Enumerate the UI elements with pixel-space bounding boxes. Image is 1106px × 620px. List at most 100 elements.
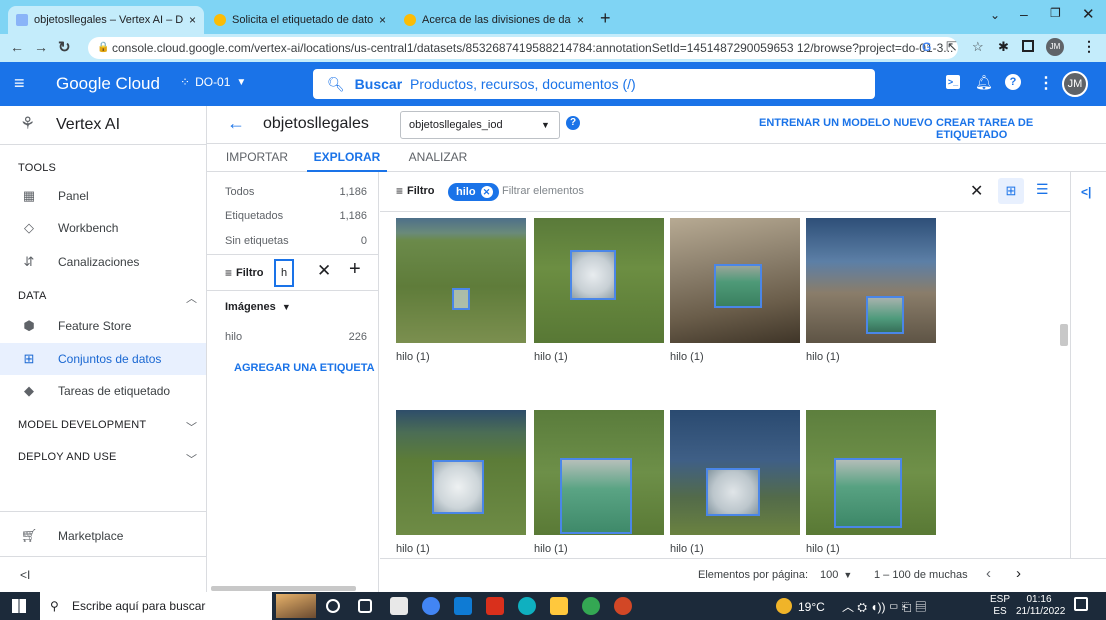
edge-icon[interactable] (518, 597, 536, 615)
image-card[interactable]: hilo (1) (534, 218, 664, 363)
image-card[interactable]: hilo (1) (534, 410, 664, 555)
acrobat-icon[interactable] (486, 597, 504, 615)
powerpoint-icon[interactable] (614, 597, 632, 615)
grass-can-thumbnail[interactable] (806, 410, 936, 535)
clear-filters-icon[interactable]: ✕ (970, 181, 983, 201)
sidebar-item-panel[interactable]: ▦ Panel (0, 180, 206, 212)
notifications-icon[interactable]: 🔔︎ (975, 74, 993, 91)
label-row-hilo[interactable]: hilo 226 (225, 331, 367, 343)
notifications-center-icon[interactable] (1074, 597, 1088, 611)
list-view-icon[interactable]: ☰ (1036, 181, 1049, 198)
tab-explorar[interactable]: EXPLORAR (307, 144, 387, 172)
sidepanel-icon[interactable] (1022, 40, 1034, 52)
file-explorer-icon[interactable] (390, 597, 408, 615)
stat-row[interactable]: Sin etiquetas 0 (225, 235, 367, 247)
horizontal-scrollbar[interactable] (211, 586, 356, 591)
forward-arrow-icon[interactable]: → (34, 39, 48, 55)
expand-panel-icon[interactable]: <| (1081, 185, 1091, 199)
image-card[interactable]: hilo (1) (670, 410, 800, 555)
image-card[interactable]: hilo (1) (670, 218, 800, 363)
vertical-scrollbar[interactable] (1060, 324, 1068, 346)
add-label-icon[interactable]: + (349, 258, 361, 281)
stat-row[interactable]: Etiquetados 1,186 (225, 210, 367, 222)
close-window-icon[interactable]: ✕ (1082, 5, 1095, 23)
chevron-up-icon[interactable]: ︿ (186, 290, 197, 306)
sidebar-item-workbench[interactable]: ◇ Workbench (0, 212, 206, 244)
filter-chip-hilo[interactable]: hilo ✕ (448, 183, 499, 201)
sidebar-item-tareas-de-etiquetado[interactable]: ◆ Tareas de etiquetado (0, 375, 206, 407)
weather-icon[interactable] (776, 598, 792, 614)
grass-can-thumbnail[interactable] (534, 410, 664, 535)
nav-section-model-development[interactable]: MODEL DEVELOPMENT (18, 419, 146, 431)
taskbar-search-box[interactable]: ⚲ Escribe aquí para buscar (40, 592, 272, 620)
add-label-button[interactable]: AGREGAR UNA ETIQUETA NUE (234, 362, 378, 374)
extensions-icon[interactable]: ✱ (998, 39, 1009, 55)
gc-logo[interactable]: Google Cloud (56, 74, 160, 94)
browser-menu-icon[interactable]: ⋮ (1082, 38, 1096, 55)
label-filter-input[interactable]: h (274, 259, 294, 287)
collapse-nav-button[interactable]: <I (20, 568, 30, 582)
back-arrow-icon[interactable]: ← (10, 39, 24, 55)
new-tab-button[interactable]: + (600, 8, 611, 29)
sidebar-item-conjuntos-de-datos[interactable]: ⊞ Conjuntos de datos (0, 343, 206, 375)
help-icon[interactable]: ? (566, 116, 580, 130)
image-card[interactable]: hilo (1) (806, 410, 936, 555)
image-card[interactable]: hilo (1) (806, 218, 936, 363)
profile-avatar[interactable]: JM (1046, 38, 1064, 56)
folder-icon[interactable] (550, 597, 568, 615)
clear-filter-icon[interactable]: ✕ (317, 261, 331, 281)
water-can-thumbnail[interactable] (670, 410, 800, 535)
chevron-down-icon[interactable]: ﹀ (186, 419, 197, 435)
cloud-shell-icon[interactable]: >_ (946, 75, 960, 89)
reload-icon[interactable]: ↻ (58, 38, 71, 56)
per-page-select[interactable]: 100 ▼ (820, 569, 852, 581)
sidebar-item-marketplace[interactable]: 🛒︎ Marketplace (0, 520, 206, 552)
sidebar-item-feature-store[interactable]: ⬢ Feature Store (0, 310, 206, 342)
close-tab-icon[interactable]: × (379, 13, 386, 27)
prev-page-icon[interactable]: ‹ (986, 565, 991, 582)
sidebar-item-canalizaciones[interactable]: ⇵ Canalizaciones (0, 246, 206, 278)
grid-view-icon[interactable]: ⊞ (998, 178, 1024, 204)
tab-importar[interactable]: IMPORTAR (219, 144, 295, 172)
settings-menu-icon[interactable]: ⋮ (1038, 73, 1054, 93)
mail-icon[interactable] (454, 597, 472, 615)
back-arrow-icon[interactable]: ← (227, 113, 245, 134)
help-icon[interactable]: ? (1005, 74, 1021, 90)
account-avatar[interactable]: JM (1062, 71, 1088, 97)
tab-analizar[interactable]: ANALIZAR (399, 144, 477, 172)
stat-row[interactable]: Todos 1,186 (225, 186, 367, 198)
project-picker[interactable]: ⁘ DO-01 ▼ (180, 75, 246, 89)
image-card[interactable]: hilo (1) (396, 410, 526, 555)
weather-temp[interactable]: 19°C (798, 600, 825, 614)
language-indicator[interactable]: ESP ES (990, 594, 1010, 618)
task-view-icon[interactable] (358, 599, 372, 613)
grass-can-thumbnail[interactable] (534, 218, 664, 343)
dataset-select[interactable]: objetosllegales_iod ▼ (400, 111, 560, 139)
create-labeling-task-button[interactable]: CREAR TAREA DE ETIQUETADO (936, 117, 1106, 141)
google-icon[interactable]: G (922, 40, 931, 54)
close-tab-icon[interactable]: × (189, 13, 196, 27)
chip-remove-icon[interactable]: ✕ (480, 186, 493, 198)
hamburger-menu-icon[interactable]: ≡ (14, 73, 25, 94)
browser-tab-divisiones[interactable]: Acerca de las divisiones de datos × (396, 6, 592, 34)
nav-section-data[interactable]: DATA (18, 290, 47, 302)
next-page-icon[interactable]: › (1016, 565, 1021, 582)
windows-start-icon[interactable] (12, 599, 26, 613)
grass-thumbnail[interactable] (396, 218, 526, 343)
grid-filter[interactable]: ≡ Filtro (396, 184, 435, 198)
water-can-thumbnail[interactable] (806, 218, 936, 343)
image-card[interactable]: hilo (1) (396, 218, 526, 363)
grass-thumbnail[interactable] (396, 410, 526, 535)
system-tray-icons[interactable]: ︿ ⛭ ◖)) ▭ ⎗ ▤ (842, 598, 927, 615)
train-new-model-button[interactable]: ENTRENAR UN MODELO NUEVO (759, 117, 933, 129)
chrome-icon[interactable] (422, 597, 440, 615)
images-section-toggle[interactable]: Imágenes ▼ (225, 301, 291, 313)
browser-tab-etiquetado[interactable]: Solicita el etiquetado de datos de × (206, 6, 394, 34)
bookmark-star-icon[interactable]: ☆ (972, 39, 984, 55)
chrome-profile-icon[interactable] (582, 597, 600, 615)
browser-tab-vertex[interactable]: objetosllegales – Vertex AI – DO- × (8, 6, 204, 34)
share-icon[interactable]: ⇱ (946, 39, 957, 55)
minimize-icon[interactable]: – (1020, 6, 1028, 22)
wood-can-thumbnail[interactable] (670, 218, 800, 343)
tab-search-chevron-icon[interactable]: ⌄ (990, 8, 1000, 22)
